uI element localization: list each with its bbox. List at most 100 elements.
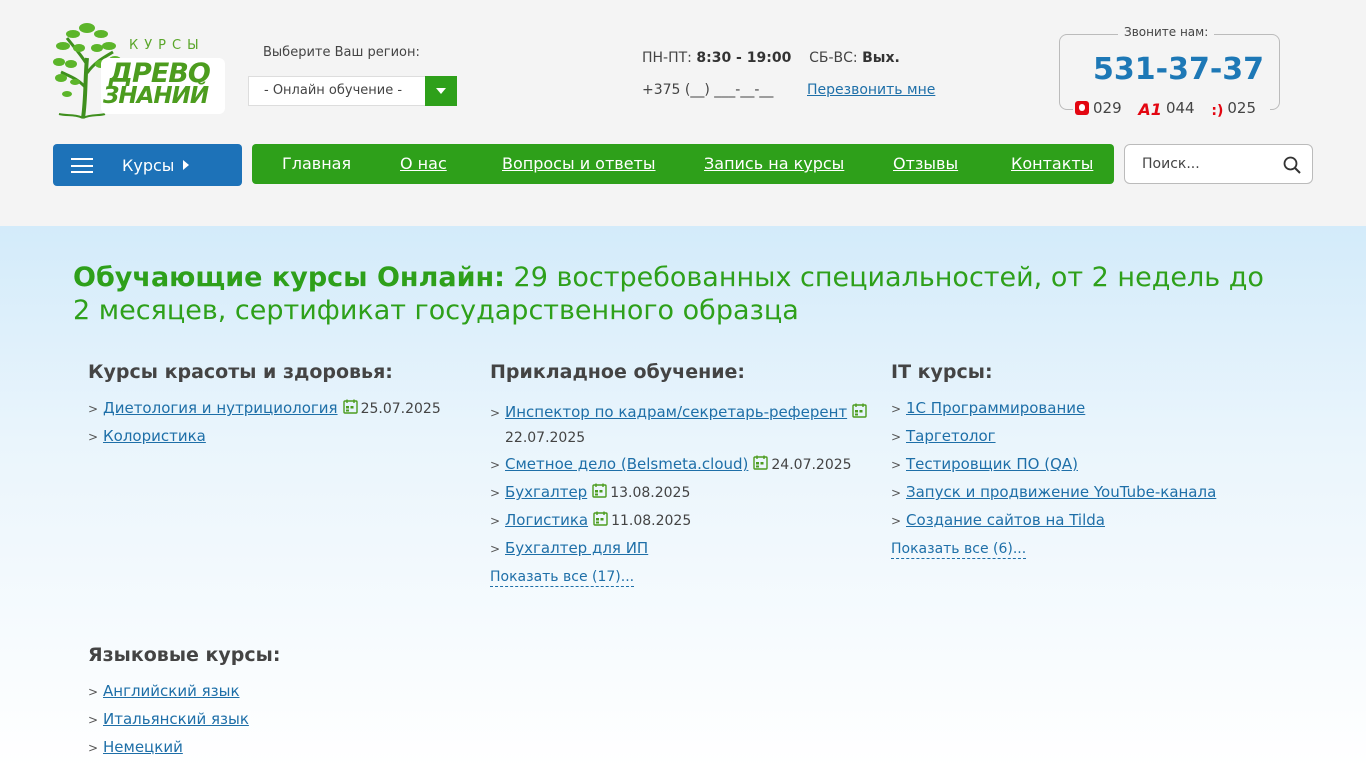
course-link[interactable]: Диетология и нутрициология xyxy=(103,399,338,417)
bullet-icon: > xyxy=(891,430,902,444)
course-list-item: > Инспектор по кадрам/секретарь-референт 2… xyxy=(490,402,870,448)
bullet-icon: > xyxy=(891,402,902,416)
course-link[interactable]: Таргетолог xyxy=(906,427,996,445)
search-icon[interactable] xyxy=(1283,156,1301,174)
a1-icon: A1 xyxy=(1138,100,1162,119)
calendar-icon xyxy=(753,455,769,475)
course-list-item: >1С Программирование xyxy=(891,398,1085,419)
region-select[interactable]: - Онлайн обучение - xyxy=(248,76,457,106)
course-link[interactable]: Немецкий xyxy=(103,738,183,756)
course-list-item: > Создание сайтов на Tilda xyxy=(891,510,1105,531)
work-schedule: ПН-ПТ: 8:30 - 19:00 СБ-ВС: Вых. xyxy=(642,50,900,66)
callback-link[interactable]: Перезвонить мне xyxy=(807,82,935,98)
course-start-date: 13.08.2025 xyxy=(610,485,691,501)
course-link[interactable]: Тестировщик ПО (QA) xyxy=(906,455,1078,473)
search-input[interactable]: Поиск... xyxy=(1124,144,1313,184)
course-link[interactable]: Английский язык xyxy=(103,682,240,700)
course-link[interactable]: Создание сайтов на Tilda xyxy=(906,511,1105,529)
nav-item-about[interactable]: О нас xyxy=(400,154,447,173)
life-icon: :) xyxy=(1211,103,1224,119)
main-nav: Главная О нас Вопросы и ответы Запись на… xyxy=(252,144,1114,184)
course-link[interactable]: Инспектор по кадрам/секретарь-референт xyxy=(505,403,847,421)
operator-a1[interactable]: A1 044 xyxy=(1138,99,1194,119)
nav-item-faq[interactable]: Вопросы и ответы xyxy=(502,154,656,173)
course-link[interactable]: Сметное дело (Belsmeta.cloud) xyxy=(505,455,748,473)
chevron-right-icon xyxy=(183,160,189,170)
bullet-icon: > xyxy=(88,430,99,444)
section-title: Прикладное обучение: xyxy=(490,361,746,383)
search-placeholder: Поиск... xyxy=(1142,156,1200,172)
bullet-icon: > xyxy=(88,685,99,699)
site-logo[interactable]: КУРСЫ ДРЕВО ЗНАНИЙ xyxy=(53,18,231,120)
nav-item-reviews[interactable]: Отзывы xyxy=(893,154,958,173)
bullet-icon: > xyxy=(490,406,501,420)
course-link[interactable]: Бухгалтер xyxy=(505,483,587,501)
section-title: IT курсы: xyxy=(891,361,993,383)
bullet-icon: > xyxy=(891,458,902,472)
nav-item-contacts[interactable]: Контакты xyxy=(1011,154,1093,173)
page-title-bold: Обучающие курсы Онлайн: xyxy=(73,262,505,293)
section-title: Курсы красоты и здоровья: xyxy=(88,361,393,383)
page-title: Обучающие курсы Онлайн: 29 востребованны… xyxy=(73,261,1273,327)
course-list-item: > Колористика xyxy=(88,426,206,447)
call-box-label: Звоните нам: xyxy=(1118,25,1215,39)
calendar-icon xyxy=(852,403,867,423)
operator-mts[interactable]: 029 xyxy=(1075,99,1122,117)
operator-code: 029 xyxy=(1093,99,1122,117)
bullet-icon: > xyxy=(891,514,902,528)
course-link[interactable]: Бухгалтер для ИП xyxy=(505,539,648,557)
operator-life[interactable]: :) 025 xyxy=(1211,99,1256,119)
course-link[interactable]: Запуск и продвижение YouTube-канала xyxy=(906,483,1216,501)
site-header: КУРСЫ ДРЕВО ЗНАНИЙ Выберите Ваш регион: … xyxy=(0,0,1366,226)
course-list-item: > Таргетолог xyxy=(891,426,996,447)
course-list-item: > Немецкий xyxy=(88,737,183,758)
chevron-down-icon[interactable] xyxy=(425,76,457,106)
course-link[interactable]: Колористика xyxy=(103,427,206,445)
weekend-time: Вых. xyxy=(862,50,900,66)
calendar-icon xyxy=(342,399,358,419)
phone-input[interactable]: +375 (__) ___-__-__ xyxy=(642,82,773,98)
weekdays-label: ПН-ПТ: xyxy=(642,50,692,66)
course-list-item: > Сметное дело (Belsmeta.cloud) 24.07.2025 xyxy=(490,454,852,475)
course-start-date: 24.07.2025 xyxy=(771,457,852,473)
courses-menu-button[interactable]: Курсы xyxy=(53,144,242,186)
region-label: Выберите Ваш регион: xyxy=(263,45,420,60)
show-all-link[interactable]: Показать все (6)... xyxy=(891,541,1027,559)
main-phone-number[interactable]: 531-37-37 xyxy=(1093,52,1264,87)
course-list-item: > Логистика 11.08.2025 xyxy=(490,510,691,531)
nav-item-enroll[interactable]: Запись на курсы xyxy=(704,154,844,173)
bullet-icon: > xyxy=(88,402,99,416)
course-start-date: 25.07.2025 xyxy=(360,401,441,417)
course-list-item: > Запуск и продвижение YouTube-канала xyxy=(891,482,1216,503)
course-link[interactable]: Логистика xyxy=(505,511,588,529)
show-all-link[interactable]: Показать все (17)... xyxy=(490,569,635,587)
section-title: Языковые курсы: xyxy=(88,644,281,666)
course-link[interactable]: Итальянский язык xyxy=(103,710,249,728)
bullet-icon: > xyxy=(891,486,902,500)
course-link[interactable]: 1С Программирование xyxy=(906,399,1085,417)
operator-code: 025 xyxy=(1227,99,1256,117)
operator-codes: 029 A1 044 :) 025 xyxy=(1073,99,1270,119)
bullet-icon: > xyxy=(88,713,99,727)
mts-icon xyxy=(1075,101,1089,115)
course-list-item: > Английский язык xyxy=(88,681,240,702)
operator-code: 044 xyxy=(1165,99,1195,117)
weekend-label: СБ-ВС: xyxy=(809,50,858,66)
bullet-icon: > xyxy=(490,514,501,528)
bullet-icon: > xyxy=(490,486,501,500)
nav-item-home[interactable]: Главная xyxy=(282,154,351,173)
calendar-icon xyxy=(592,483,607,503)
courses-menu-label: Курсы xyxy=(122,156,175,175)
course-start-date: 22.07.2025 xyxy=(505,430,586,446)
course-start-date: 11.08.2025 xyxy=(611,513,692,529)
bullet-icon: > xyxy=(490,458,501,472)
course-list-item: > Диетология и нутрициология 25.07.2025 xyxy=(88,398,441,419)
course-list-item: > Бухгалтер для ИП xyxy=(490,538,648,559)
hamburger-icon xyxy=(71,158,93,173)
course-list-item: > Бухгалтер 13.08.2025 xyxy=(490,482,690,503)
logo-znaniy-text: ЗНАНИЙ xyxy=(103,83,209,109)
calendar-icon xyxy=(593,511,608,531)
bullet-icon: > xyxy=(490,542,501,556)
logo-kursy-text: КУРСЫ xyxy=(129,38,205,53)
bullet-icon: > xyxy=(88,741,99,755)
